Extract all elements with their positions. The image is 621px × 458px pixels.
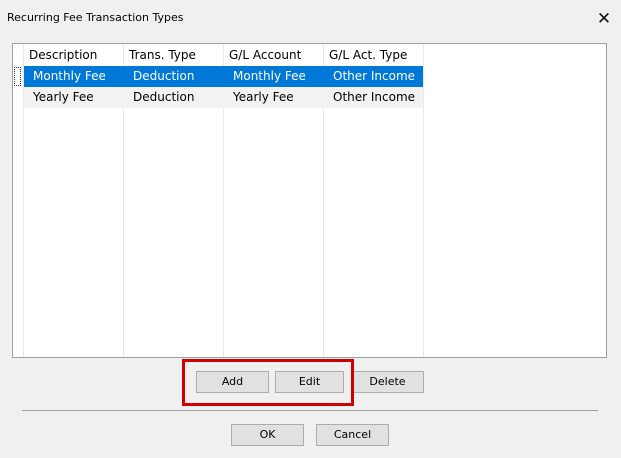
transaction-types-list[interactable]: Description Trans. Type G/L Account G/L … bbox=[12, 43, 607, 358]
column-header-description[interactable]: Description bbox=[23, 44, 123, 66]
table-row[interactable]: Monthly Fee Deduction Monthly Fee Other … bbox=[13, 66, 606, 87]
cancel-button[interactable]: Cancel bbox=[316, 424, 389, 446]
list-header: Description Trans. Type G/L Account G/L … bbox=[13, 44, 606, 66]
column-header-trans-type[interactable]: Trans. Type bbox=[123, 44, 223, 66]
edit-button[interactable]: Edit bbox=[275, 371, 344, 393]
close-icon[interactable]: ✕ bbox=[590, 6, 618, 32]
cell-gl-account: Monthly Fee bbox=[233, 69, 306, 83]
cell-description: Yearly Fee bbox=[33, 90, 94, 104]
cell-gl-act-type: Other Income bbox=[333, 69, 416, 83]
cell-trans-type: Deduction bbox=[133, 69, 195, 83]
column-header-gl-act-type[interactable]: G/L Act. Type bbox=[323, 44, 423, 66]
column-header-gl-account[interactable]: G/L Account bbox=[223, 44, 323, 66]
cell-gl-account: Yearly Fee bbox=[233, 90, 294, 104]
cell-gl-act-type: Other Income bbox=[333, 90, 416, 104]
cell-trans-type: Deduction bbox=[133, 90, 195, 104]
dialog-title: Recurring Fee Transaction Types bbox=[7, 11, 184, 24]
add-button[interactable]: Add bbox=[196, 371, 269, 393]
cell-description: Monthly Fee bbox=[33, 69, 106, 83]
table-row[interactable]: Yearly Fee Deduction Yearly Fee Other In… bbox=[13, 87, 606, 108]
delete-button[interactable]: Delete bbox=[351, 371, 424, 393]
focus-indicator bbox=[14, 67, 21, 86]
ok-button[interactable]: OK bbox=[231, 424, 304, 446]
divider-line bbox=[22, 410, 598, 411]
